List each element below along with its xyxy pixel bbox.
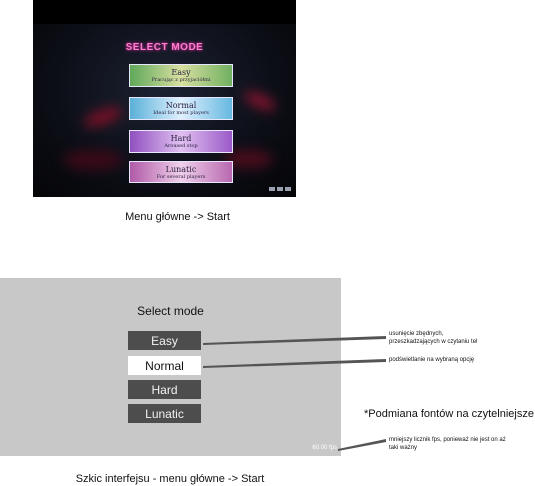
screenshot-hard-button[interactable]: Hard Aroused stop (129, 130, 233, 153)
button-sublabel: For several players (156, 173, 206, 180)
note-fps-counter: mniejszy licznik fps, ponieważ nie jest … (389, 436, 509, 452)
note-remove-elements: usunięcie zbędnych, przeszkadzających w … (389, 330, 479, 346)
red-glow (242, 88, 278, 114)
button-sublabel: Ideal for most players (153, 110, 209, 116)
status-icon (285, 187, 291, 191)
button-label: Normal (165, 101, 197, 110)
note-text: usunięcie zbędnych, przeszkadzających w … (389, 331, 478, 345)
mockup-title: Select mode (137, 304, 204, 318)
note-text: mniejszy licznik fps, ponieważ nie jest … (389, 437, 506, 451)
button-label: Lunatic (165, 164, 197, 174)
screenshot-easy-button[interactable]: Easy Pracując z przyjaciółmi (129, 64, 233, 87)
button-sublabel: Aroused stop (164, 143, 198, 149)
red-glow (63, 150, 123, 170)
interface-mockup: Select mode Easy Normal Hard Lunatic 60.… (0, 278, 341, 456)
note-highlight: podświetlanie na wybraną opcję (389, 357, 475, 363)
annotation-line-fps (338, 439, 386, 451)
status-icon (277, 187, 283, 191)
button-sublabel: Pracując z przyjaciółmi (151, 77, 211, 83)
screenshot-top-bar (33, 0, 296, 24)
red-glow (81, 103, 125, 131)
button-label: Easy (171, 68, 191, 77)
screenshot-normal-button[interactable]: Normal Ideal for most players (129, 97, 233, 120)
caption-bottom: Szkic interfejsu - menu główne -> Start (75, 473, 265, 485)
button-label: Hard (170, 134, 192, 143)
note-fonts: *Podmiana fontów na czytelniejsze (364, 408, 534, 420)
screenshot-title: SELECT MODE (125, 42, 204, 53)
mockup-easy-button[interactable]: Easy (128, 331, 201, 350)
fps-counter: 60.00 fps (312, 445, 337, 451)
mockup-lunatic-button[interactable]: Lunatic (128, 404, 201, 423)
game-screenshot: SELECT MODE Easy Pracując z przyjaciółmi… (33, 0, 296, 197)
screenshot-status-icons (269, 187, 291, 191)
mockup-normal-button[interactable]: Normal (128, 356, 201, 375)
caption-top: Menu główne -> Start (125, 211, 230, 223)
screenshot-lunatic-button[interactable]: Lunatic For several players (129, 161, 233, 183)
status-icon (269, 187, 275, 191)
mockup-hard-button[interactable]: Hard (128, 380, 201, 399)
